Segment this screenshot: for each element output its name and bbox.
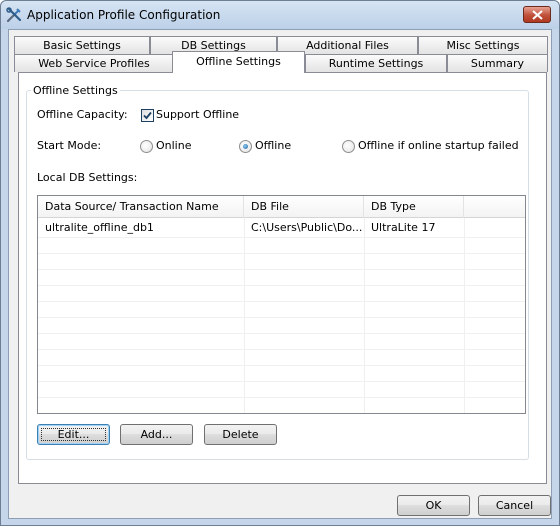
- tab-label: Offline Settings: [196, 55, 281, 68]
- tab-label: Misc Settings: [446, 39, 520, 52]
- add-button-label: Add...: [140, 428, 173, 441]
- radio-offline-if-failed[interactable]: [342, 140, 355, 153]
- start-mode-label: Start Mode:: [37, 139, 102, 152]
- edit-button[interactable]: Edit...: [37, 424, 110, 445]
- radio-offline-label[interactable]: Offline: [255, 139, 291, 152]
- empty-row: [38, 318, 525, 334]
- cell-db-file: C:\Users\Public\Do...: [251, 221, 363, 234]
- group-title: Offline Settings: [31, 84, 120, 97]
- tab-misc-settings[interactable]: Misc Settings: [418, 36, 548, 54]
- cell-data-source: ultralite_offline_db1: [45, 221, 154, 234]
- local-db-table[interactable]: Data Source/ Transaction Name DB File DB…: [37, 195, 526, 414]
- close-icon: [532, 10, 543, 20]
- delete-button[interactable]: Delete: [204, 424, 277, 445]
- tab-basic-settings[interactable]: Basic Settings: [14, 36, 150, 54]
- tab-runtime-settings[interactable]: Runtime Settings: [305, 54, 447, 72]
- column-header-data-source[interactable]: Data Source/ Transaction Name: [38, 196, 244, 218]
- empty-row: [38, 350, 525, 366]
- support-offline-checkbox[interactable]: [141, 109, 154, 122]
- cancel-button-label: Cancel: [495, 499, 534, 512]
- table-header: Data Source/ Transaction Name DB File DB…: [38, 196, 525, 218]
- empty-row: [38, 366, 525, 382]
- tab-label: Additional Files: [306, 39, 389, 52]
- empty-row: [38, 382, 525, 398]
- ok-button-label: OK: [425, 499, 442, 512]
- tab-label: Runtime Settings: [328, 57, 424, 70]
- column-header-db-file[interactable]: DB File: [244, 196, 364, 218]
- title-bar[interactable]: Application Profile Configuration: [1, 1, 559, 29]
- empty-row: [38, 334, 525, 350]
- empty-row: [38, 238, 525, 254]
- radio-offline-if-failed-label[interactable]: Offline if online startup failed: [358, 139, 519, 152]
- offline-capacity-label: Offline Capacity:: [37, 108, 128, 121]
- cancel-button[interactable]: Cancel: [478, 495, 551, 516]
- table-row[interactable]: ultralite_offline_db1 C:\Users\Public\Do…: [38, 218, 525, 238]
- add-button[interactable]: Add...: [120, 424, 193, 445]
- tools-icon: [6, 7, 22, 23]
- support-offline-label[interactable]: Support Offline: [156, 108, 239, 121]
- checkmark-icon: [143, 111, 152, 120]
- empty-row: [38, 270, 525, 286]
- tab-label: Summary: [470, 57, 525, 70]
- tab-summary[interactable]: Summary: [447, 54, 548, 72]
- tab-label: Basic Settings: [43, 39, 121, 52]
- empty-row: [38, 286, 525, 302]
- radio-dot: [243, 144, 248, 149]
- radio-offline[interactable]: [239, 140, 252, 153]
- empty-row: [38, 302, 525, 318]
- radio-online-label[interactable]: Online: [156, 139, 191, 152]
- tab-label: Web Service Profiles: [38, 57, 150, 70]
- delete-button-label: Delete: [222, 428, 259, 441]
- focus-ring: [41, 428, 106, 441]
- ok-button[interactable]: OK: [397, 495, 470, 516]
- cell-db-type: UltraLite 17: [371, 221, 436, 234]
- dialog-window: Application Profile Configuration Basic …: [0, 0, 560, 526]
- table-body: ultralite_offline_db1 C:\Users\Public\Do…: [38, 218, 525, 398]
- column-header-db-type[interactable]: DB Type: [364, 196, 464, 218]
- close-button[interactable]: [523, 6, 551, 23]
- tab-offline-settings[interactable]: Offline Settings: [172, 51, 305, 73]
- window-title: Application Profile Configuration: [27, 8, 221, 22]
- tab-web-service-profiles[interactable]: Web Service Profiles: [14, 54, 174, 72]
- radio-online[interactable]: [140, 140, 153, 153]
- empty-row: [38, 254, 525, 270]
- local-db-label: Local DB Settings:: [37, 171, 138, 184]
